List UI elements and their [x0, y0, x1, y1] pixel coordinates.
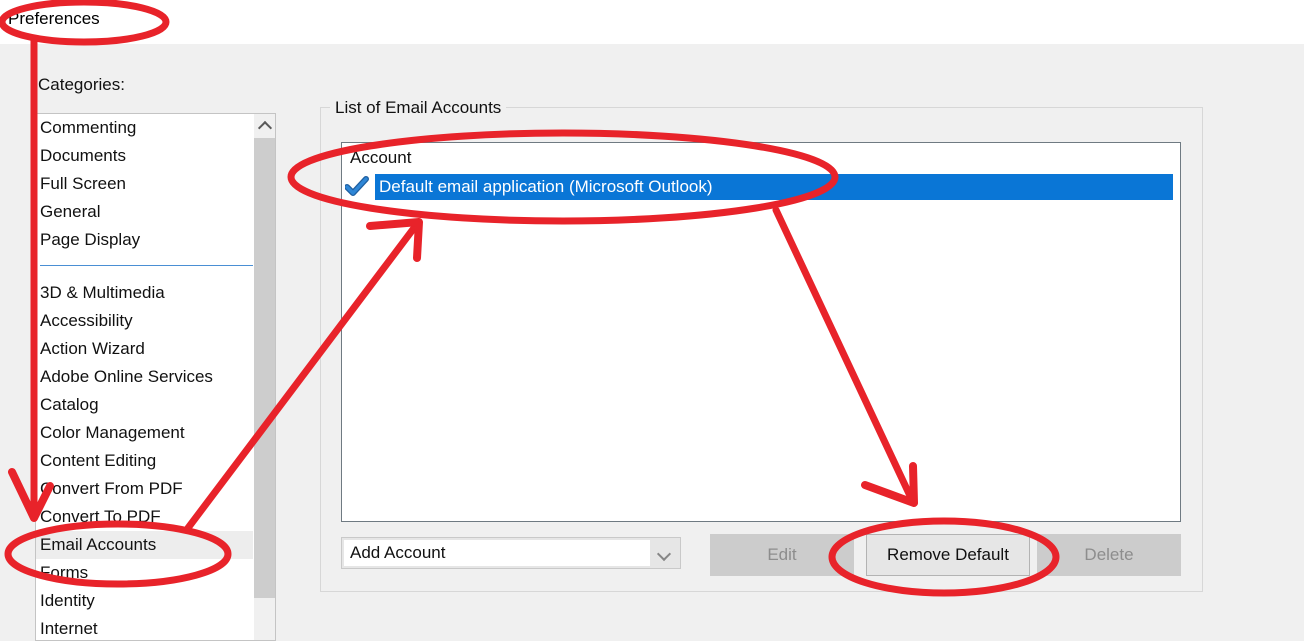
account-name: Default email application (Microsoft Out… — [379, 177, 713, 196]
sidebar-item-catalog[interactable]: Catalog — [36, 391, 275, 419]
sidebar-item-forms[interactable]: Forms — [36, 559, 275, 587]
blue-checkmark-icon — [345, 176, 369, 196]
remove-default-button[interactable]: Remove Default — [866, 534, 1030, 576]
sidebar-item-full-screen[interactable]: Full Screen — [36, 170, 275, 198]
sidebar-item-general[interactable]: General — [36, 198, 275, 226]
sidebar-item-color-management[interactable]: Color Management — [36, 419, 275, 447]
sidebar-item-action-wizard[interactable]: Action Wizard — [36, 335, 275, 363]
sidebar-item-convert-to-pdf[interactable]: Convert To PDF — [36, 503, 275, 531]
sidebar-item-documents[interactable]: Documents — [36, 142, 275, 170]
sidebar-item-page-display[interactable]: Page Display — [36, 226, 275, 254]
table-row[interactable]: Default email application (Microsoft Out… — [345, 174, 1173, 200]
sidebar-item-accessibility[interactable]: Accessibility — [36, 307, 275, 335]
edit-button[interactable]: Edit — [710, 534, 854, 576]
sidebar-item-internet[interactable]: Internet — [36, 615, 275, 640]
sidebar-item-convert-from-pdf[interactable]: Convert From PDF — [36, 475, 275, 503]
add-account-dropdown[interactable]: Add Account — [341, 537, 681, 569]
categories-item-container: Commenting Documents Full Screen General Pag… — [36, 114, 275, 640]
column-header-account: Account — [342, 143, 1180, 174]
sidebar-item-3d-multimedia[interactable]: 3D & Multimedia — [36, 279, 275, 307]
accounts-listbox[interactable]: Account Default email application (Micro… — [341, 142, 1181, 522]
categories-label: Categories: — [38, 75, 125, 94]
sidebar-item-commenting[interactable]: Commenting — [36, 114, 275, 142]
sidebar-item-adobe-online-services[interactable]: Adobe Online Services — [36, 363, 275, 391]
sidebar-separator — [36, 254, 275, 279]
add-account-selected-value[interactable]: Add Account — [344, 540, 650, 566]
delete-button[interactable]: Delete — [1037, 534, 1181, 576]
sidebar-item-identity[interactable]: Identity — [36, 587, 275, 615]
sidebar-item-content-editing[interactable]: Content Editing — [36, 447, 275, 475]
scrollbar-thumb[interactable] — [254, 138, 275, 598]
groupbox-title: List of Email Accounts — [330, 98, 507, 118]
categories-listbox[interactable]: Commenting Documents Full Screen General Pag… — [35, 113, 276, 641]
sidebar-item-email-accounts[interactable]: Email Accounts — [36, 531, 275, 559]
chevron-up-icon[interactable] — [254, 114, 275, 136]
dialog-title-bar: Preferences — [0, 0, 1304, 44]
categories-scrollbar[interactable] — [253, 114, 275, 640]
chevron-down-icon[interactable] — [650, 538, 680, 568]
page-title: Preferences — [8, 9, 100, 28]
